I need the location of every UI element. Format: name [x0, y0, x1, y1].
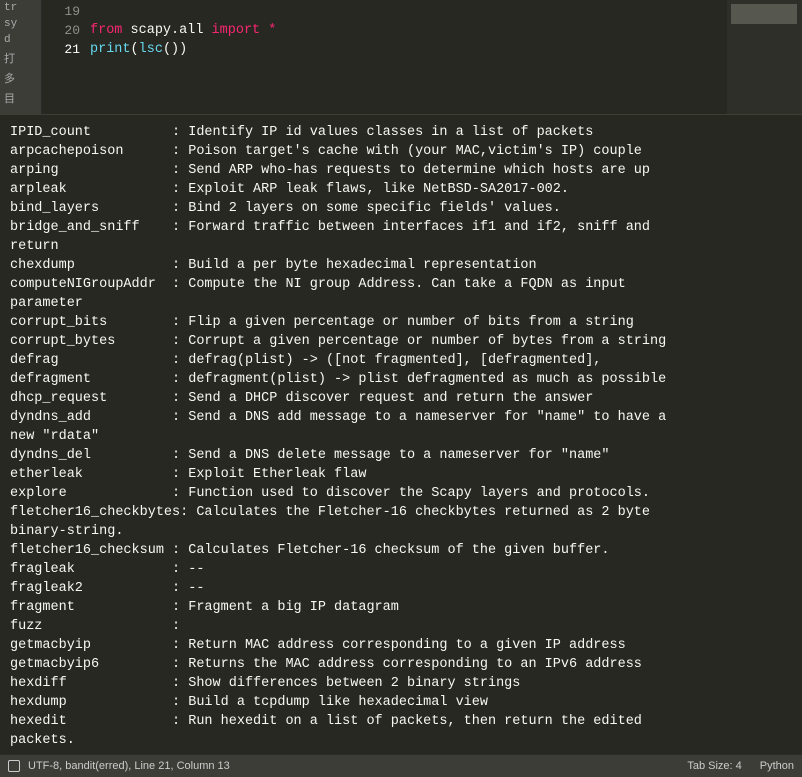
minimap[interactable]	[727, 0, 802, 114]
status-syntax[interactable]: Python	[760, 760, 794, 772]
side-tab[interactable]: sy	[0, 16, 41, 32]
code-line[interactable]	[90, 2, 727, 21]
side-tab[interactable]: 打	[0, 48, 41, 68]
side-tab[interactable]: 目	[0, 88, 41, 108]
status-tab-size[interactable]: Tab Size: 4	[687, 760, 741, 772]
minimap-viewport[interactable]	[731, 4, 797, 24]
code-area[interactable]: from scapy.all import *print(lsc())	[90, 0, 727, 114]
editor-pane: trsyd打多目 192021 from scapy.all import *p…	[0, 0, 802, 115]
code-line[interactable]: from scapy.all import *	[90, 21, 727, 40]
status-bar: UTF-8, bandit(erred), Line 21, Column 13…	[0, 754, 802, 777]
menu-icon[interactable]	[8, 760, 20, 772]
side-file-tabs[interactable]: trsyd打多目	[0, 0, 42, 114]
output-panel[interactable]: IPID_count : Identify IP id values class…	[0, 115, 802, 754]
side-tab[interactable]: 多	[0, 68, 41, 88]
side-tab[interactable]: tr	[0, 0, 41, 16]
code-line[interactable]: print(lsc())	[90, 40, 727, 59]
side-tab[interactable]: d	[0, 32, 41, 48]
status-encoding[interactable]: UTF-8, bandit(erred), Line 21, Column 13	[28, 760, 230, 772]
line-number-gutter: 192021	[42, 0, 90, 114]
code-editor[interactable]: 192021 from scapy.all import *print(lsc(…	[42, 0, 802, 114]
